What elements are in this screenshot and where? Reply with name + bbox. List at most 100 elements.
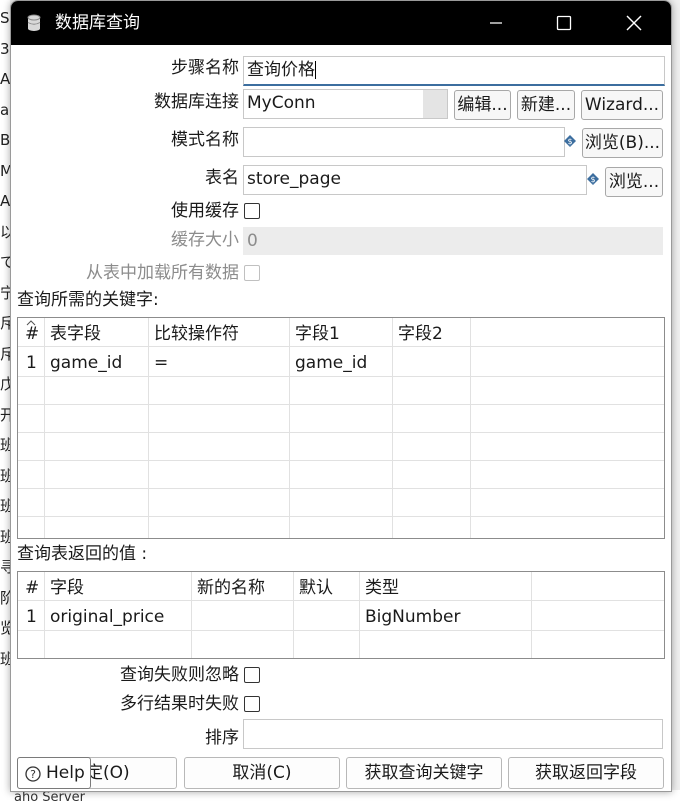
return-header-index[interactable]: # (25, 577, 39, 599)
background-server-label: aho Server (14, 790, 85, 805)
help-button[interactable]: ? Help (17, 757, 91, 789)
get-lookup-keys-label: 获取查询关键字 (364, 763, 484, 783)
load-all-checkbox[interactable] (244, 265, 260, 281)
close-button[interactable] (611, 1, 657, 45)
svg-text:?: ? (30, 768, 36, 781)
return-row-index: 1 (26, 607, 37, 627)
keys-header-comparator[interactable]: 比较操作符 (154, 323, 239, 345)
keys-row-table-field[interactable]: game_id (50, 352, 122, 374)
help-label: Help (46, 763, 85, 783)
variable-icon: $ (564, 135, 576, 147)
background-char: A (0, 70, 10, 88)
browse-table-button[interactable]: 浏览... (605, 167, 663, 197)
edit-connection-button[interactable]: 编辑... (454, 90, 511, 120)
db-connection-select[interactable]: MyConn (243, 89, 448, 119)
background-char: B (0, 131, 10, 149)
svg-text:$: $ (590, 175, 595, 184)
table-name-input[interactable]: store_page (243, 165, 587, 195)
minimize-icon (490, 22, 502, 24)
return-header-default[interactable]: 默认 (299, 577, 333, 599)
background-char: 班 (0, 436, 10, 454)
order-by-input[interactable] (243, 719, 663, 749)
window-title: 数据库查询 (55, 13, 140, 33)
step-name-input[interactable]: 查询价格 (243, 56, 665, 86)
return-header-new-name[interactable]: 新的名称 (197, 577, 265, 599)
cache-size-value: 0 (247, 231, 258, 251)
return-header-field[interactable]: 字段 (50, 577, 84, 599)
table-name-value: store_page (247, 169, 341, 189)
schema-name-label: 模式名称 (171, 130, 239, 150)
return-row-field[interactable]: original_price (50, 606, 164, 628)
ignore-fail-checkbox[interactable] (244, 667, 260, 683)
table-name-label: 表名 (205, 168, 239, 188)
keys-header-field1[interactable]: 字段1 (295, 323, 340, 345)
ok-label: 定(O) (86, 763, 130, 783)
return-section-title: 查询表返回的值 : (17, 544, 148, 564)
background-char: 班 (0, 649, 10, 668)
use-cache-checkbox[interactable] (244, 203, 260, 219)
background-char: A (0, 192, 10, 210)
keys-header-table-field[interactable]: 表字段 (50, 323, 101, 345)
keys-table: # 表字段 比较操作符 字段1 字段2 1 game_id = game_id (17, 317, 665, 539)
get-lookup-keys-button[interactable]: 获取查询关键字 (346, 757, 502, 789)
keys-section-title: 查询所需的关键字: (17, 290, 159, 310)
fail-multiple-label: 多行结果时失败 (120, 694, 239, 714)
maximize-icon (556, 15, 572, 31)
text-cursor (315, 61, 316, 79)
help-icon: ? (25, 766, 41, 782)
background-char: 班 (0, 497, 10, 515)
background-char: M (0, 161, 10, 180)
order-by-label: 排序 (205, 728, 239, 748)
schema-name-input[interactable] (243, 127, 565, 157)
background-char: で (0, 253, 10, 271)
keys-row-index: 1 (26, 353, 37, 373)
title-bar: 数据库查询 (11, 1, 671, 45)
cancel-label: 取消(C) (232, 763, 292, 783)
step-name-value: 查询价格 (247, 60, 315, 80)
db-connection-value: MyConn (247, 93, 316, 113)
db-connection-dropdown[interactable] (423, 90, 447, 118)
return-header-type[interactable]: 类型 (365, 577, 399, 599)
get-return-fields-label: 获取返回字段 (535, 763, 637, 783)
database-lookup-dialog: 数据库查询 步骤名称 查询价格 数据库连接 MyConn 编辑... 新建...… (10, 0, 672, 792)
cache-size-label: 缓存大小 (171, 230, 239, 250)
background-char: 斥 (0, 314, 10, 332)
background-char: 览 (0, 619, 10, 637)
keys-header-index[interactable]: # (25, 323, 39, 345)
close-icon (626, 15, 642, 31)
fail-multiple-checkbox[interactable] (244, 696, 260, 712)
browse-schema-button[interactable]: 浏览(B)... (582, 128, 663, 158)
keys-row-field1[interactable]: game_id (295, 352, 367, 374)
use-cache-label: 使用缓存 (171, 201, 239, 221)
background-char: 寻 (0, 558, 10, 576)
background-char: S (0, 9, 10, 27)
load-all-label: 从表中加载所有数据 (86, 263, 239, 283)
background-char: 宁 (0, 283, 10, 302)
return-values-table: # 字段 新的名称 默认 类型 1 original_price BigNumb… (17, 571, 665, 659)
background-char: 斥 (0, 344, 10, 363)
maximize-button[interactable] (541, 1, 587, 45)
cache-size-input[interactable]: 0 (243, 227, 663, 255)
minimize-button[interactable] (473, 1, 519, 45)
background-char: 3 (0, 39, 10, 58)
new-connection-button[interactable]: 新建... (517, 90, 575, 120)
variable-icon: $ (587, 173, 599, 185)
svg-text:$: $ (567, 137, 572, 146)
ignore-fail-label: 查询失败则忽略 (120, 665, 239, 685)
background-status-text: aho Server (0, 790, 680, 806)
background-char: 戊 (0, 375, 10, 393)
background-char: al (0, 100, 10, 119)
keys-row-comparator[interactable]: = (154, 352, 168, 374)
background-window-strip: S3AalBMA以で宁斥斥戊开班班班班寻阶览班 (0, 0, 10, 806)
background-char: 开 (0, 405, 10, 424)
db-connection-label: 数据库连接 (154, 92, 239, 112)
return-row-type[interactable]: BigNumber (365, 606, 460, 628)
database-icon (27, 14, 41, 31)
background-char: 班 (0, 527, 10, 546)
wizard-button[interactable]: Wizard... (581, 90, 663, 120)
cancel-button[interactable]: 取消(C) (184, 757, 340, 789)
background-char: 以 (0, 222, 10, 241)
keys-header-field2[interactable]: 字段2 (398, 323, 443, 345)
background-char: 班 (0, 466, 10, 485)
get-return-fields-button[interactable]: 获取返回字段 (508, 757, 664, 789)
